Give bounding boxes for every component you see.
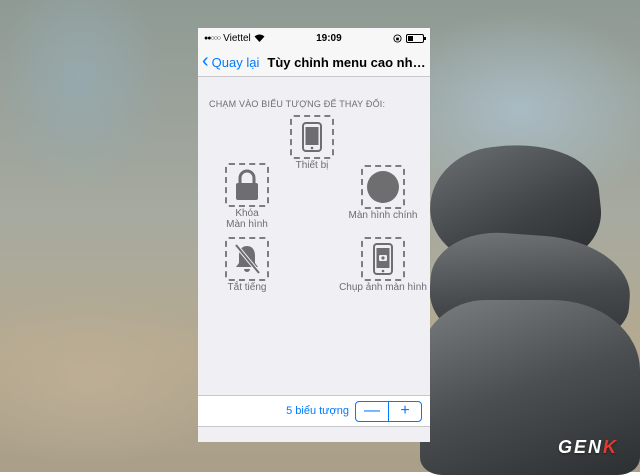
wifi-icon <box>254 34 265 42</box>
back-button[interactable]: ‹ Quay lại <box>202 50 260 72</box>
lock-label-line1: Khóa <box>235 208 259 219</box>
home-icon-box[interactable] <box>361 165 405 209</box>
battery-fill <box>408 35 413 41</box>
device-icon <box>302 122 322 152</box>
home-button-icon <box>367 171 399 203</box>
carrier-name: Viettel <box>223 32 251 44</box>
screenshot-icon <box>373 243 393 275</box>
status-time: 19:09 <box>316 32 342 44</box>
chevron-left-icon: ‹ <box>202 50 209 72</box>
increase-button[interactable]: + <box>389 402 421 421</box>
icon-layout: Thiết bị Khóa Màn hình Màn hình chính Tắ… <box>198 109 430 319</box>
decrease-button[interactable]: — <box>356 401 389 421</box>
lock-label: Khóa Màn hình <box>226 208 268 230</box>
icon-count-label: 5 biểu tượng <box>286 405 349 417</box>
device-label: Thiết bị <box>295 160 329 171</box>
battery-icon <box>406 33 426 43</box>
slot-home[interactable]: Màn hình chính <box>333 165 430 221</box>
slot-mute[interactable]: Tắt tiếng <box>225 237 269 293</box>
page-title: Tùy chỉnh menu cao nhất... <box>267 54 426 70</box>
section-header: CHẠM VÀO BIỂU TƯỢNG ĐỂ THAY ĐỔI: <box>209 99 386 109</box>
lock-icon-box[interactable] <box>225 163 269 207</box>
watermark-prefix: GEN <box>557 437 603 457</box>
slot-screenshot[interactable]: Chụp ảnh màn hình <box>328 237 430 293</box>
genk-watermark: GENK <box>558 437 618 458</box>
lock-label-line2: Màn hình <box>226 219 268 230</box>
screenshot-label: Chụp ảnh màn hình <box>339 282 427 293</box>
icon-count-bar: 5 biểu tượng — + <box>198 395 430 427</box>
phone-screen: ●●○○○ Viettel 19:09 ‹ Quay lại Tùy chỉnh… <box>198 28 430 442</box>
slot-lock[interactable]: Khóa Màn hình <box>225 163 269 230</box>
navigation-bar: ‹ Quay lại Tùy chỉnh menu cao nhất... <box>198 48 430 77</box>
signal-icon: ●●○○○ <box>204 34 221 42</box>
device-icon-box[interactable] <box>290 115 334 159</box>
back-button-label: Quay lại <box>211 54 260 70</box>
slot-device[interactable]: Thiết bị <box>290 115 334 171</box>
mute-icon-box[interactable] <box>225 237 269 281</box>
status-bar: ●●○○○ Viettel 19:09 <box>198 28 430 48</box>
icon-count-stepper: — + <box>355 400 422 422</box>
screenshot-icon-box[interactable] <box>361 237 405 281</box>
lock-icon <box>236 169 258 200</box>
orientation-lock-icon <box>393 33 402 43</box>
mute-bell-icon <box>234 243 261 275</box>
watermark-suffix: K <box>603 437 618 457</box>
home-label: Màn hình chính <box>348 210 418 221</box>
mute-label: Tắt tiếng <box>227 282 267 293</box>
